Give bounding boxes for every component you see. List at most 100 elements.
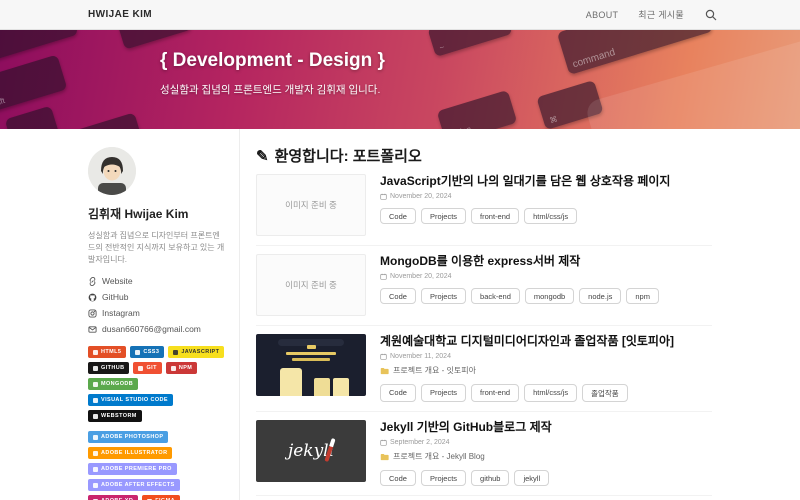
tag[interactable]: mongodb	[525, 288, 574, 304]
tag[interactable]: back-end	[471, 288, 520, 304]
link-github[interactable]: GitHub	[88, 292, 225, 302]
page-title-text: 환영합니다: 포트폴리오	[275, 145, 422, 166]
site-brand[interactable]: HWIJAE KIM	[88, 9, 152, 20]
badge-label: NPM	[179, 365, 192, 371]
css3-icon	[135, 350, 140, 355]
badge-github[interactable]: GITHUB	[88, 362, 129, 374]
tag[interactable]: Code	[380, 288, 416, 304]
link-label: Website	[102, 276, 133, 286]
badge-vscode[interactable]: VISUAL STUDIO CODE	[88, 394, 173, 406]
aftereffects-icon	[93, 483, 98, 488]
tag[interactable]: front-end	[471, 384, 519, 402]
link-website[interactable]: Website	[88, 276, 225, 286]
badge-adobexd[interactable]: ADOBE XD	[88, 495, 138, 500]
post-title[interactable]: JavaScript기반의 나의 일대기를 담은 웹 상호작용 페이지	[380, 174, 712, 189]
badge-mongodb[interactable]: MONGODB	[88, 378, 138, 390]
post-thumbnail[interactable]	[256, 334, 366, 396]
post-excerpt[interactable]: 프로젝트 개요 - Jekyll Blog	[380, 451, 712, 462]
nav-recent-posts[interactable]: 최근 게시물	[638, 8, 684, 21]
post-thumbnail-placeholder[interactable]: 이미지 준비 중	[256, 254, 366, 316]
calendar-icon	[380, 273, 387, 280]
badge-aftereffects[interactable]: ADOBE AFTER EFFECTS	[88, 479, 180, 491]
calendar-icon	[380, 193, 387, 200]
tag[interactable]: front-end	[471, 208, 519, 224]
link-icon	[88, 277, 97, 286]
tag[interactable]: Code	[380, 208, 416, 224]
post-excerpt[interactable]: 프로젝트 개요 - 잇토피아	[380, 365, 712, 376]
avatar	[88, 147, 136, 195]
link-label: GitHub	[102, 292, 128, 302]
thumb-phone-shape	[280, 368, 302, 396]
post-body: JavaScript기반의 나의 일대기를 담은 웹 상호작용 페이지 Nove…	[380, 174, 712, 236]
hero-banner: ~ command shift fn control option ⌘ { De…	[0, 30, 800, 129]
tag[interactable]: npm	[626, 288, 659, 304]
post-date-text: November 20, 2024	[390, 273, 451, 280]
folder-icon	[380, 453, 389, 461]
link-label: Instagram	[102, 308, 140, 318]
keyboard-key-command: command	[557, 30, 713, 75]
profile-bio: 성실함과 집념으로 디자인부터 프론트엔드의 전반적인 지식까지 보유하고 있는…	[88, 230, 225, 266]
hero-title: { Development - Design }	[160, 50, 385, 72]
keyboard-key-option: option	[437, 90, 518, 129]
folder-icon	[380, 367, 389, 375]
link-label: dusan660766@gmail.com	[102, 324, 201, 334]
badge-npm[interactable]: NPM	[166, 362, 197, 374]
tag[interactable]: Projects	[421, 208, 466, 224]
badge-figma[interactable]: FIGMA	[142, 495, 180, 500]
post-date-text: November 20, 2024	[390, 193, 451, 200]
badge-html5[interactable]: HTML5	[88, 346, 126, 358]
badge-illustrator[interactable]: ADOBE ILLUSTRATOR	[88, 447, 172, 459]
keyboard-key-fn: fn	[5, 106, 60, 129]
post-excerpt-text: 프로젝트 개요 - 잇토피아	[393, 365, 476, 376]
post-date-text: September 2, 2024	[390, 439, 450, 446]
badge-photoshop[interactable]: ADOBE PHOTOSHOP	[88, 431, 168, 443]
badge-css3[interactable]: CSS3	[130, 346, 164, 358]
tag[interactable]: Projects	[421, 384, 466, 402]
keyboard-key-control: control	[67, 112, 143, 129]
post-thumbnail[interactable]: jekyll	[256, 420, 366, 482]
badge-label: HTML5	[101, 349, 121, 355]
badge-label: MONGODB	[101, 381, 133, 387]
badge-label: JAVASCRIPT	[181, 349, 219, 355]
post-list-main: ✎ 환영합니다: 포트폴리오 이미지 준비 중 JavaScript기반의 나의…	[240, 129, 712, 500]
top-nav: ABOUT 최근 게시물	[586, 8, 718, 22]
post-row: No CSS Club 미니게임 June 20, 2024 프로젝트 개요 -…	[256, 496, 712, 500]
badge-webstorm[interactable]: WEBSTORM	[88, 410, 142, 422]
badge-git[interactable]: GIT	[133, 362, 161, 374]
tag[interactable]: Projects	[421, 288, 466, 304]
badge-label: CSS3	[143, 349, 159, 355]
mongodb-icon	[93, 382, 98, 387]
link-instagram[interactable]: Instagram	[88, 308, 225, 318]
tag[interactable]: html/css/js	[524, 208, 577, 224]
profile-links: Website GitHub Instagram dusan660766@gma…	[88, 276, 225, 334]
post-date: November 20, 2024	[380, 193, 712, 200]
github-badge-icon	[93, 366, 98, 371]
tag[interactable]: Code	[380, 470, 416, 486]
badge-label: GIT	[146, 365, 156, 371]
tag[interactable]: Projects	[421, 470, 466, 486]
badge-javascript[interactable]: JAVASCRIPT	[168, 346, 224, 358]
nav-about[interactable]: ABOUT	[586, 10, 619, 20]
badge-premiere[interactable]: ADOBE PREMIERE PRO	[88, 463, 177, 475]
git-icon	[138, 366, 143, 371]
badge-label: ADOBE PHOTOSHOP	[101, 434, 163, 440]
post-tags: Code Projects github jekyll	[380, 470, 712, 486]
post-title[interactable]: 계원예술대학교 디지털미디어디자인과 졸업작품 [잇토피아]	[380, 334, 712, 349]
calendar-icon	[380, 439, 387, 446]
thumb-chip-shape	[307, 345, 316, 349]
post-title[interactable]: Jekyll 기반의 GitHub블로그 제작	[380, 420, 712, 435]
link-email[interactable]: dusan660766@gmail.com	[88, 324, 225, 334]
keyboard-key	[118, 30, 193, 50]
search-icon[interactable]	[704, 8, 718, 22]
javascript-icon	[173, 350, 178, 355]
tag[interactable]: Code	[380, 384, 416, 402]
tag[interactable]: 졸업작품	[582, 384, 628, 402]
calendar-icon	[380, 353, 387, 360]
tag[interactable]: github	[471, 470, 509, 486]
post-thumbnail-placeholder[interactable]: 이미지 준비 중	[256, 174, 366, 236]
post-title[interactable]: MongoDB를 이용한 express서버 제작	[380, 254, 712, 269]
keyboard-key	[0, 30, 78, 61]
tag[interactable]: jekyll	[514, 470, 549, 486]
tag[interactable]: html/css/js	[524, 384, 577, 402]
tag[interactable]: node.js	[579, 288, 621, 304]
